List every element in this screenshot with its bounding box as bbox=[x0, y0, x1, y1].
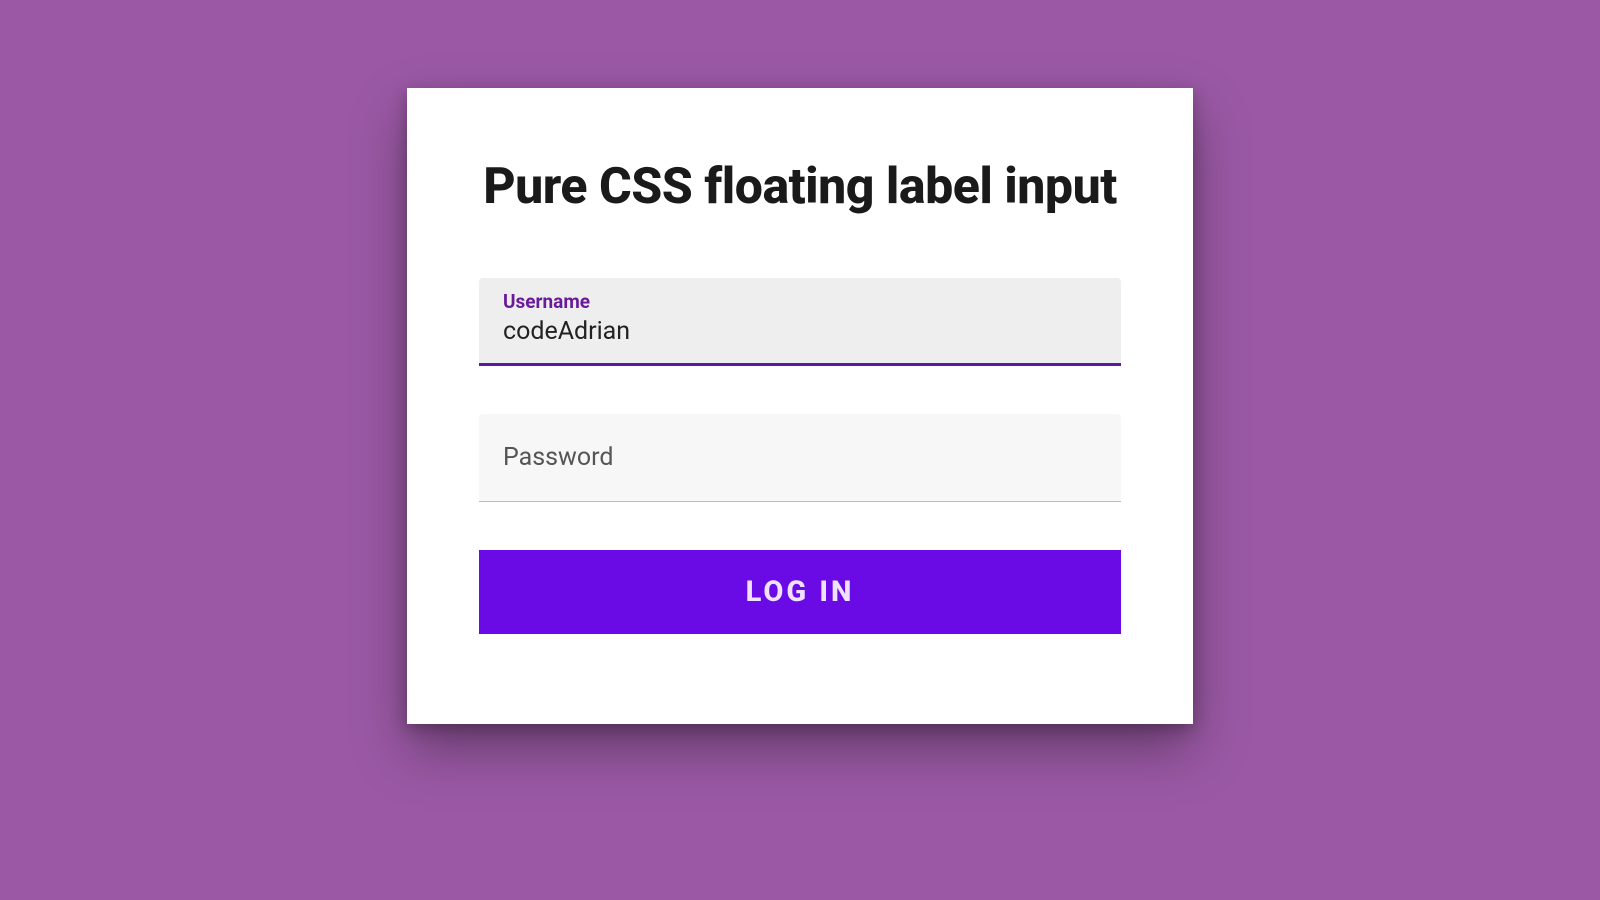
page-title: Pure CSS floating label input bbox=[479, 158, 1121, 216]
username-input[interactable] bbox=[503, 317, 1097, 346]
login-button[interactable]: LOG IN bbox=[479, 550, 1121, 634]
username-field-wrapper[interactable]: Username bbox=[479, 278, 1121, 366]
login-card: Pure CSS floating label input Username P… bbox=[407, 88, 1193, 724]
password-field-wrapper[interactable]: Password bbox=[479, 414, 1121, 502]
password-input[interactable] bbox=[503, 414, 1097, 501]
username-label: Username bbox=[503, 290, 1097, 313]
